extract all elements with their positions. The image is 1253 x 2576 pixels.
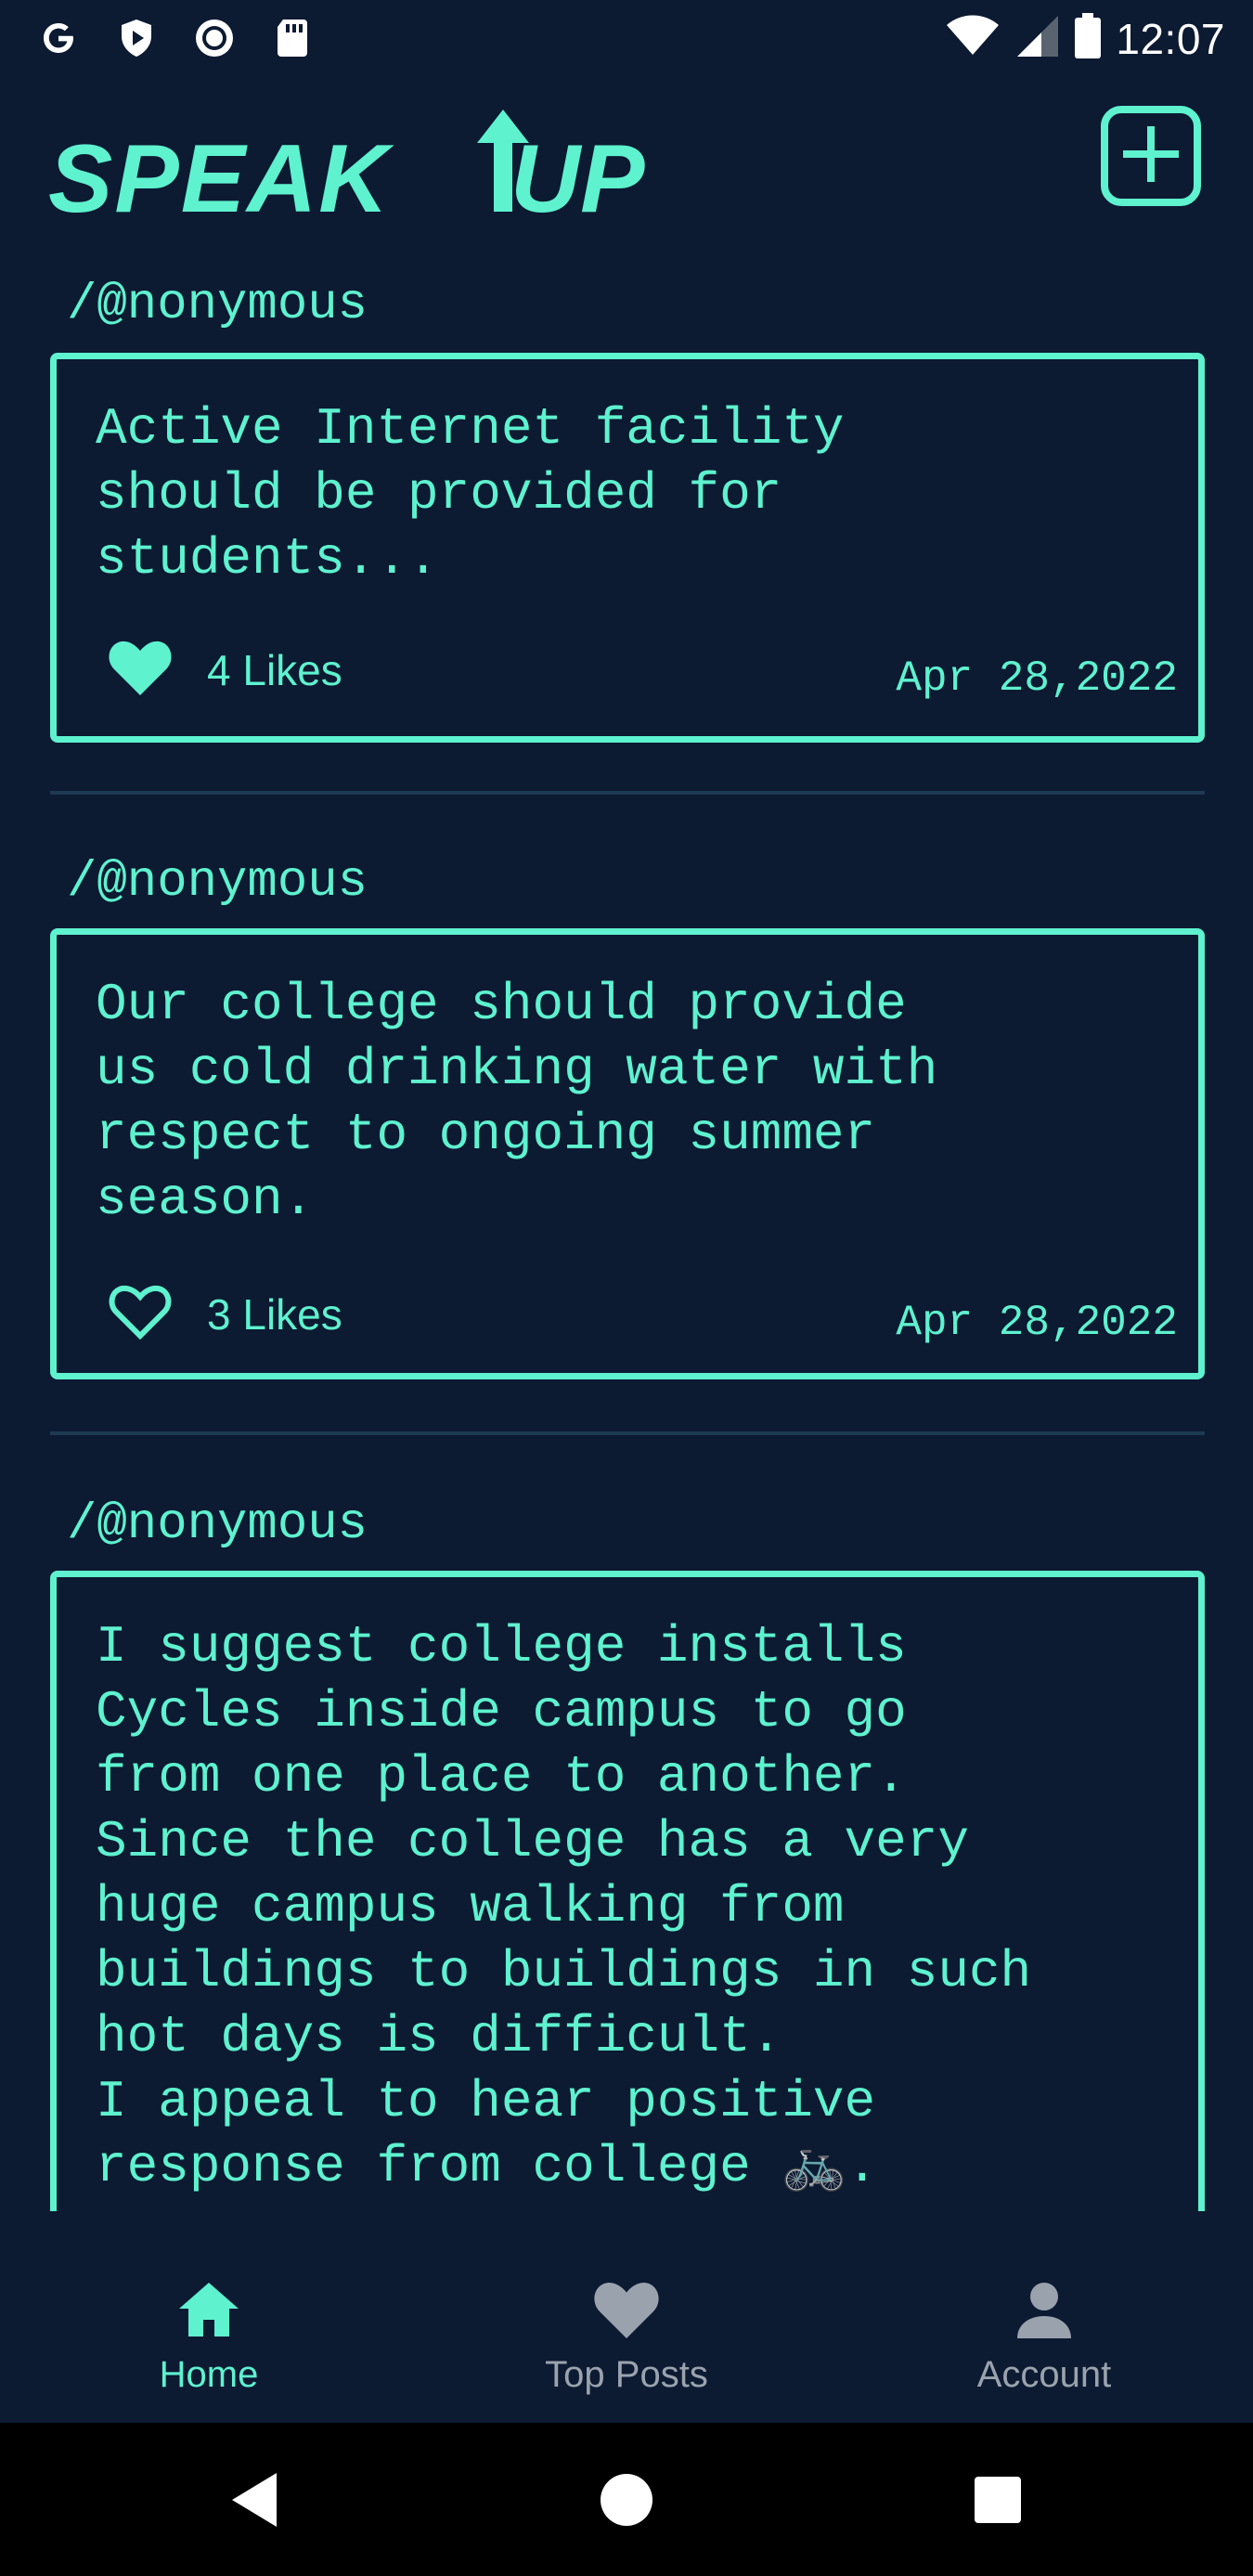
status-time: 12:07 xyxy=(1116,14,1225,63)
post-text: Active Internet facility should be provi… xyxy=(96,399,845,589)
divider xyxy=(50,1431,1205,1435)
signal-icon xyxy=(1014,14,1060,63)
status-bar: 12:07 xyxy=(0,0,1253,78)
system-navigation-bar xyxy=(0,2423,1253,2576)
post-author: /@nonymous xyxy=(67,854,368,911)
heart-outline-icon[interactable] xyxy=(107,1282,174,1346)
add-post-button[interactable] xyxy=(1101,106,1201,206)
likes-count: 3 Likes xyxy=(207,1289,342,1339)
post-author: /@nonymous xyxy=(67,1496,368,1553)
svg-text:SPEAK: SPEAK xyxy=(48,125,394,223)
play-protect-icon xyxy=(111,13,161,63)
heart-filled-icon[interactable] xyxy=(107,638,174,702)
wifi-icon xyxy=(945,14,1001,63)
post-card[interactable]: Active Internet facility should be provi… xyxy=(50,353,1205,743)
nav-home[interactable]: Home xyxy=(0,2211,418,2423)
post-text: I suggest college installs Cycles inside… xyxy=(96,1617,1032,2196)
post-author: /@nonymous xyxy=(67,277,368,333)
bottom-navigation: Home Top Posts Account xyxy=(0,2211,1253,2423)
recents-icon[interactable] xyxy=(973,2475,1023,2530)
nav-account[interactable]: Account xyxy=(835,2211,1253,2423)
sd-card-icon xyxy=(267,13,317,63)
app-logo: SPEAK UP xyxy=(48,102,661,233)
person-icon xyxy=(1015,2276,1073,2343)
post-date: Apr 28,2022 xyxy=(896,654,1178,703)
heart-icon xyxy=(591,2276,662,2343)
nav-account-label: Account xyxy=(976,2354,1112,2395)
home-circle-icon[interactable] xyxy=(600,2473,653,2531)
svg-text:UP: UP xyxy=(510,125,645,223)
post-card[interactable]: Our college should provide us cold drink… xyxy=(50,928,1205,1379)
app-header: SPEAK UP xyxy=(0,93,1253,233)
google-icon xyxy=(33,13,84,63)
nav-top-posts-label: Top Posts xyxy=(545,2354,708,2395)
likes-row: 3 Likes xyxy=(107,1282,342,1346)
record-icon xyxy=(189,13,239,63)
nav-top-posts[interactable]: Top Posts xyxy=(418,2211,835,2423)
home-icon xyxy=(177,2276,240,2343)
plus-icon xyxy=(1121,124,1181,188)
post-feed[interactable]: /@nonymous Active Internet facility shou… xyxy=(0,251,1253,2211)
post-text: Our college should provide us cold drink… xyxy=(96,975,938,1229)
divider xyxy=(50,791,1205,795)
battery-icon xyxy=(1073,13,1103,64)
nav-home-label: Home xyxy=(159,2354,259,2395)
back-icon[interactable] xyxy=(228,2471,280,2533)
likes-count: 4 Likes xyxy=(207,645,342,694)
post-date: Apr 28,2022 xyxy=(896,1299,1178,1347)
post-card[interactable]: I suggest college installs Cycles inside… xyxy=(50,1571,1205,2211)
likes-row: 4 Likes xyxy=(107,638,342,702)
